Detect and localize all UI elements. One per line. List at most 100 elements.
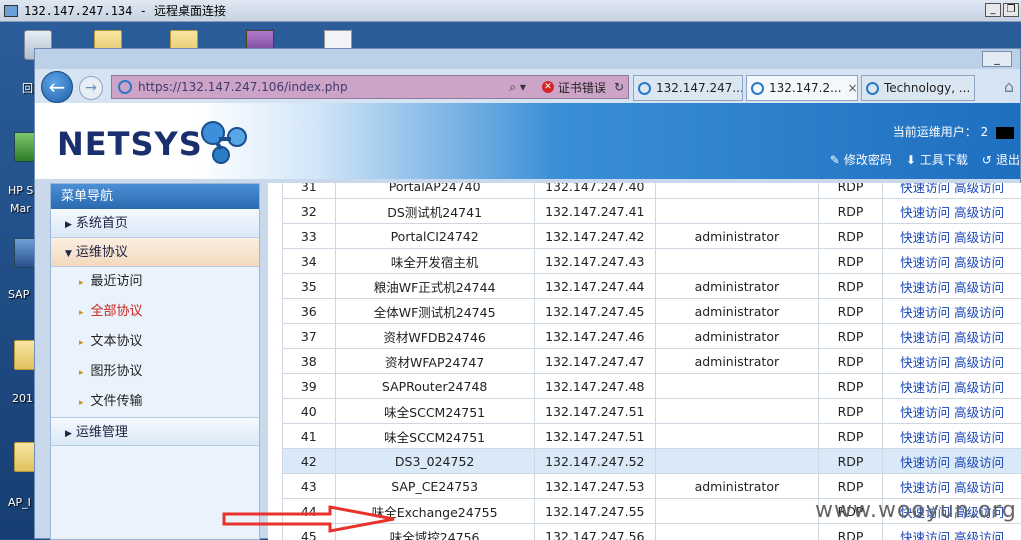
rdp-minimize-button[interactable]: _ (985, 3, 1001, 17)
quick-access-link[interactable]: 快速访问 (900, 430, 950, 445)
address-bar[interactable]: https://132.147.247.106/index.php ⌕ ▾ ✕ … (111, 75, 629, 99)
certificate-error-label[interactable]: 证书错误 (558, 79, 606, 96)
row-id-cell: 31 (283, 183, 336, 199)
tab-title: Technology, ... (884, 81, 970, 95)
table-row[interactable]: 38资材WFAP24747132.147.247.47administrator… (283, 349, 1021, 374)
table-row[interactable]: 37资材WFDB24746132.147.247.46administrator… (283, 324, 1021, 349)
logout-link[interactable]: ↺退出 (982, 151, 1020, 168)
browser-tab[interactable]: 132.147.247.... (633, 75, 743, 101)
quick-access-link[interactable]: 快速访问 (900, 530, 950, 540)
tab-close-icon[interactable]: × (848, 81, 858, 95)
desktop-label-sap: SAP (8, 288, 29, 301)
table-row[interactable]: 43SAP_CE24753132.147.247.53administrator… (283, 474, 1021, 499)
quick-access-link[interactable]: 快速访问 (900, 230, 950, 245)
rdp-title: 132.147.247.134 - 远程桌面连接 (24, 2, 226, 19)
change-password-link[interactable]: ✎修改密码 (830, 151, 892, 168)
browser-tab[interactable]: Technology, ... (861, 75, 975, 101)
quick-access-link[interactable]: 快速访问 (900, 305, 950, 320)
quick-access-link[interactable]: 快速访问 (900, 330, 950, 345)
table-row[interactable]: 32DS测试机24741132.147.247.41RDP快速访问 高级访问 (283, 199, 1021, 224)
sidebar-section-home[interactable]: ▶系统首页 (51, 209, 259, 238)
sidebar-title: 菜单导航 (51, 184, 259, 209)
quick-access-link[interactable]: 快速访问 (900, 380, 950, 395)
table-row[interactable]: 36全体WF测试机24745132.147.247.45administrato… (283, 299, 1021, 324)
advanced-access-link[interactable]: 高级访问 (954, 380, 1004, 395)
certificate-error-icon[interactable]: ✕ (542, 81, 554, 93)
sidebar-item-all-protocols[interactable]: ▸全部协议 (51, 297, 259, 327)
tool-download-link[interactable]: ⬇工具下载 (906, 151, 968, 168)
host-name-cell: 味全SCCM24751 (335, 424, 534, 449)
desktop-label-hp: HP S (8, 184, 33, 197)
header-tools: ✎修改密码 ⬇工具下载 ↺退出 (830, 151, 1020, 168)
sidebar-item-recent[interactable]: ▸最近访问 (51, 267, 259, 297)
browser-minimize-button[interactable]: _ (982, 51, 1012, 67)
advanced-access-link[interactable]: 高级访问 (954, 455, 1004, 470)
browser-tab-active[interactable]: 132.147.2... × (746, 75, 858, 101)
quick-access-link[interactable]: 快速访问 (900, 455, 950, 470)
advanced-access-link[interactable]: 高级访问 (954, 405, 1004, 420)
row-id-cell: 40 (283, 399, 336, 424)
actions-cell: 快速访问 高级访问 (883, 524, 1021, 540)
table-row[interactable]: 35粮油WF正式机24744132.147.247.44administrato… (283, 274, 1021, 299)
quick-access-link[interactable]: 快速访问 (900, 255, 950, 270)
ie-tab-icon (638, 82, 651, 95)
protocol-cell: RDP (818, 524, 883, 540)
protocol-cell: RDP (818, 183, 883, 199)
quick-access-link[interactable]: 快速访问 (900, 205, 950, 220)
address-url[interactable]: https://132.147.247.106/index.php (138, 80, 509, 94)
sidebar-item-text-protocols[interactable]: ▸文本协议 (51, 327, 259, 357)
table-row[interactable]: 33PortalCI24742132.147.247.42administrat… (283, 224, 1021, 249)
advanced-access-link[interactable]: 高级访问 (954, 183, 1004, 195)
ip-address-cell: 132.147.247.47 (534, 349, 655, 374)
rdp-window-controls: _ ❐ (985, 3, 1019, 17)
advanced-access-link[interactable]: 高级访问 (954, 330, 1004, 345)
advanced-access-link[interactable]: 高级访问 (954, 355, 1004, 370)
quick-access-link[interactable]: 快速访问 (900, 355, 950, 370)
advanced-access-link[interactable]: 高级访问 (954, 305, 1004, 320)
table-row[interactable]: 34味全开发宿主机132.147.247.43RDP快速访问 高级访问 (283, 249, 1021, 274)
table-row[interactable]: 31PortalAP24740132.147.247.40RDP快速访问 高级访… (283, 183, 1021, 199)
desktop-label-folder: 201 (12, 392, 33, 405)
protocol-cell: RDP (818, 224, 883, 249)
advanced-access-link[interactable]: 高级访问 (954, 280, 1004, 295)
quick-access-link[interactable]: 快速访问 (900, 405, 950, 420)
ip-address-cell: 132.147.247.53 (534, 474, 655, 499)
sidebar-item-graphic-protocols[interactable]: ▸图形协议 (51, 357, 259, 387)
rdp-restore-button[interactable]: ❐ (1003, 3, 1019, 17)
host-name-cell: 资材WFAP24747 (335, 349, 534, 374)
desktop-label-recycle: 回 (22, 80, 33, 96)
quick-access-link[interactable]: 快速访问 (900, 280, 950, 295)
quick-access-link[interactable]: 快速访问 (900, 480, 950, 495)
protocol-cell: RDP (818, 449, 883, 474)
bullet-icon: ▸ (79, 398, 84, 408)
logout-label: 退出 (996, 153, 1020, 167)
refresh-icon[interactable]: ↻ (614, 80, 624, 94)
search-icon[interactable]: ⌕ ▾ (509, 80, 526, 95)
sidebar-item-file-transfer[interactable]: ▸文件传输 (51, 387, 259, 417)
host-name-cell: PortalCI24742 (335, 224, 534, 249)
home-icon[interactable]: ⌂ (998, 77, 1020, 99)
advanced-access-link[interactable]: 高级访问 (954, 205, 1004, 220)
advanced-access-link[interactable]: 高级访问 (954, 430, 1004, 445)
advanced-access-link[interactable]: 高级访问 (954, 255, 1004, 270)
sidebar-section-management[interactable]: ▶运维管理 (51, 417, 259, 446)
actions-cell: 快速访问 高级访问 (883, 199, 1021, 224)
quick-access-link[interactable]: 快速访问 (900, 183, 950, 195)
forward-button[interactable]: → (79, 76, 103, 100)
table-row[interactable]: 42DS3_024752132.147.247.52RDP快速访问 高级访问 (283, 449, 1021, 474)
advanced-access-link[interactable]: 高级访问 (954, 230, 1004, 245)
sidebar-section-protocols[interactable]: ▼运维协议 (51, 238, 259, 267)
advanced-access-link[interactable]: 高级访问 (954, 530, 1004, 540)
back-button[interactable]: ← (41, 71, 73, 103)
table-row[interactable]: 39SAPRouter24748132.147.247.48RDP快速访问 高级… (283, 374, 1021, 399)
table-row[interactable]: 40味全SCCM24751132.147.247.51RDP快速访问 高级访问 (283, 399, 1021, 424)
ie-tab-icon (866, 82, 879, 95)
account-cell (655, 374, 818, 399)
row-id-cell: 41 (283, 424, 336, 449)
table-row[interactable]: 41味全SCCM24751132.147.247.51RDP快速访问 高级访问 (283, 424, 1021, 449)
advanced-access-link[interactable]: 高级访问 (954, 480, 1004, 495)
desktop-label-hp-2: Mar (10, 202, 31, 215)
bullet-icon: ▸ (79, 278, 84, 288)
sidebar-item-label: 文本协议 (91, 334, 143, 349)
row-id-cell: 35 (283, 274, 336, 299)
